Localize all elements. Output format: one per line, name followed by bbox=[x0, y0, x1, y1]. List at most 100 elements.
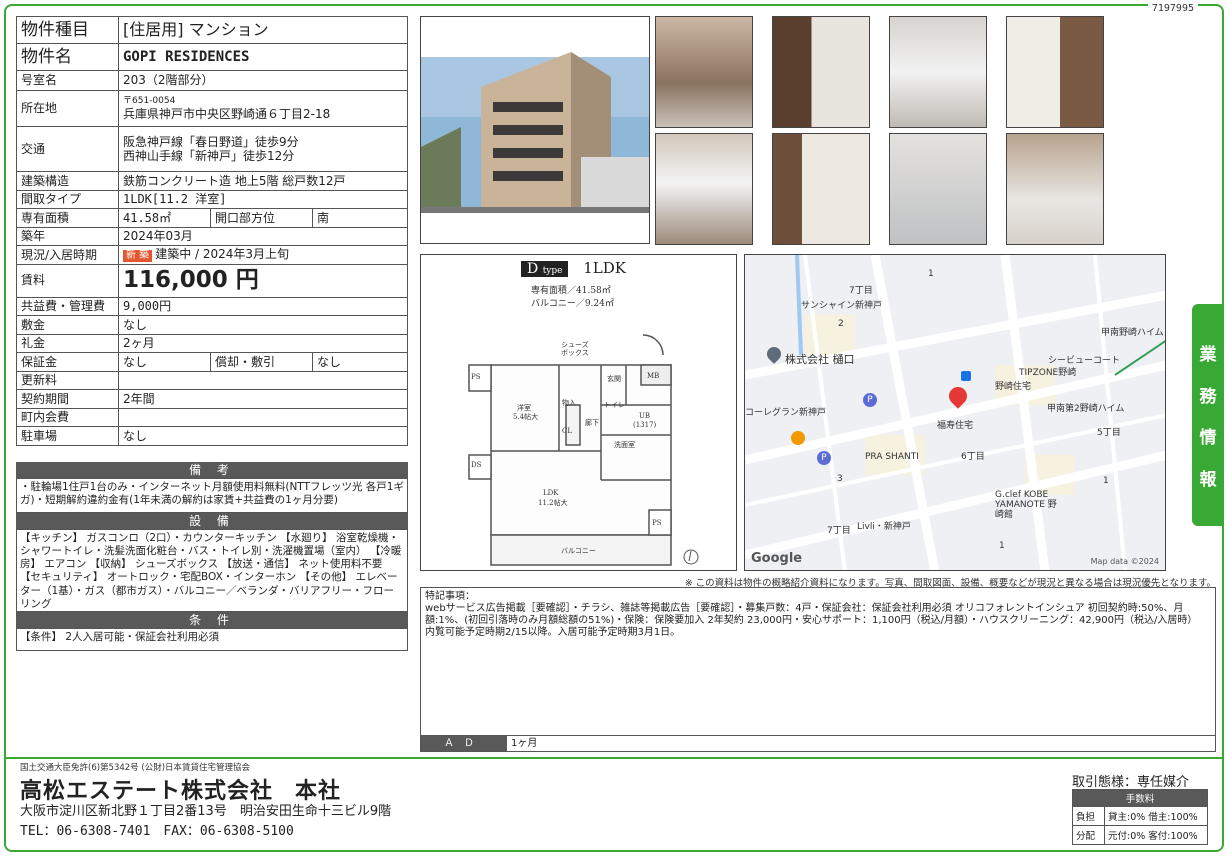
renewal-label: 更新料 bbox=[16, 370, 119, 390]
fp-hall: 廊下 bbox=[585, 418, 599, 427]
ad-value: 1ヶ月 bbox=[511, 738, 538, 749]
parking-label: 駐車場 bbox=[16, 426, 119, 446]
deposit-value: なし bbox=[118, 315, 408, 335]
business-info-tab[interactable]: 業 務 情 報 bbox=[1192, 304, 1224, 526]
location-label: 所在地 bbox=[16, 90, 119, 127]
map-label-konan-heim: 甲南野崎ハイム bbox=[1101, 328, 1164, 338]
company-address: 大阪市淀川区新北野１丁目2番13号 明治安田生命十三ビル9階 bbox=[20, 804, 392, 819]
guarantee-label: 保証金 bbox=[16, 352, 119, 372]
fp-storage: 物入 bbox=[562, 398, 576, 407]
map-label-1-c: 1 bbox=[999, 541, 1005, 551]
fp-balcony: バルコニー bbox=[561, 547, 596, 555]
floorplan-drawing: 洋室 5.4帖大 LDK 11.2帖大 UB (1317) トイレ 物入 CL … bbox=[468, 334, 699, 566]
map-label-6chome: 6丁目 bbox=[961, 452, 985, 462]
rent-value: 116,000 円 bbox=[118, 263, 408, 298]
structure-value: 鉄筋コンクリート造 地上5階 総戸数12戸 bbox=[118, 171, 408, 191]
map-label-1-b: 1 bbox=[1103, 476, 1109, 486]
deposit-label: 敷金 bbox=[16, 315, 119, 335]
parking-icon[interactable]: P bbox=[863, 393, 877, 407]
conditions-text: 【条件】 2人入居可能・保証会社利用必須 bbox=[16, 628, 408, 651]
conditions-header: 条 件 bbox=[16, 612, 408, 628]
amortization-label: 償却・敷引 bbox=[210, 352, 313, 372]
new-build-badge: 新 築 bbox=[123, 250, 153, 263]
bus-stop-icon[interactable] bbox=[961, 371, 971, 381]
fp-washroom: 洗面室 bbox=[614, 440, 635, 449]
location-value: 〒651-0054 兵庫県神戸市中央区野崎通６丁目2-18 bbox=[118, 90, 408, 127]
interior-photo-toilet bbox=[889, 16, 987, 128]
map-label-1-a: 1 bbox=[928, 269, 934, 279]
transport-line-1: 阪急神戸線「春日野道」徒歩9分 bbox=[123, 134, 299, 149]
svg-text:ボックス: ボックス bbox=[561, 349, 589, 357]
map-label-5chome: 5丁目 bbox=[1097, 428, 1121, 438]
parking-icon-2[interactable]: P bbox=[817, 451, 831, 465]
status-value: 建築中 / 2024年3月上旬 bbox=[155, 247, 290, 262]
fp-closet: CL bbox=[562, 427, 572, 435]
fp-shoebox: シューズ bbox=[561, 340, 589, 349]
remarks-header: 備 考 bbox=[16, 462, 408, 478]
notes-line-2: 内覧可能予定時期2/15以降。入居可能予定時期3月1日。 bbox=[425, 627, 681, 638]
area-label: 専有面積 bbox=[16, 208, 119, 228]
address: 兵庫県神戸市中央区野崎通６丁目2-18 bbox=[123, 106, 331, 121]
remarks-text: ・駐輪場1住戸1台のみ・インターネット月額使用料無料(NTTフレッツ光 各戸1ギ… bbox=[16, 478, 408, 513]
commission-header: 手数料 bbox=[1072, 789, 1208, 807]
split-value: 元付:0% 客付:100% bbox=[1104, 825, 1208, 845]
status-value-cell: 新 築建築中 / 2024年3月上旬 bbox=[118, 245, 408, 265]
contract-value: 2年間 bbox=[118, 389, 408, 409]
fp-ps-2: PS bbox=[652, 519, 662, 527]
fp-room-ldk: LDK bbox=[543, 489, 559, 497]
svg-text:11.2帖大: 11.2帖大 bbox=[538, 498, 568, 507]
fp-ps-1: PS bbox=[471, 373, 481, 381]
interior-photo-laundry bbox=[772, 133, 870, 245]
community-fee-value bbox=[118, 407, 408, 427]
guarantee-value: なし bbox=[118, 352, 211, 372]
layout-value: 1LDK[11.2 洋室] bbox=[118, 189, 408, 209]
layout-label: 間取タイプ bbox=[16, 189, 119, 209]
fee-label: 共益費・管理費 bbox=[16, 296, 119, 316]
transaction-type: 取引態様：専任媒介 bbox=[1072, 775, 1190, 790]
map-label-7chome-1: 7丁目 bbox=[849, 286, 873, 296]
fee-value: 9,000円 bbox=[118, 296, 408, 316]
svg-text:(1317): (1317) bbox=[633, 421, 657, 429]
location-map[interactable]: 7丁目 1 サンシャイン新神戸 2 株式会社 樋口 甲南野崎ハイム TIPZON… bbox=[744, 254, 1166, 571]
rent-label: 賃料 bbox=[16, 263, 119, 298]
fp-entrance: 玄関 bbox=[607, 374, 621, 383]
map-label-sunshine: サンシャイン新神戸 bbox=[801, 301, 883, 311]
burden-label: 負担 bbox=[1072, 806, 1105, 826]
footer-divider bbox=[6, 757, 1222, 759]
parking-value: なし bbox=[118, 426, 408, 446]
commission-table: 手数料 負担 貸主:0% 借主:100% 分配 元付:0% 客付:100% bbox=[1072, 789, 1208, 845]
svg-text:5.4帖大: 5.4帖大 bbox=[513, 412, 538, 421]
ad-row: ＡＤ 1ヶ月 bbox=[420, 735, 1216, 752]
fp-room-ub: UB bbox=[639, 412, 650, 420]
fp-ds: DS bbox=[471, 461, 482, 469]
map-label-pra-shanti: PRA SHANTI bbox=[865, 452, 919, 462]
map-credit: Map data ©2024 bbox=[1090, 557, 1159, 566]
map-label-higuchi: 株式会社 樋口 bbox=[785, 353, 855, 366]
map-label-nozaki-jutaku: 野崎住宅 bbox=[995, 382, 1032, 392]
map-label-gclef: G.clef KOBE YAMANOTE 野崎館 bbox=[995, 490, 1057, 520]
structure-label: 建築構造 bbox=[16, 171, 119, 191]
interior-photo-entrance bbox=[772, 16, 870, 128]
type-label: 物件種目 bbox=[16, 16, 119, 44]
split-label: 分配 bbox=[1072, 825, 1105, 845]
type-value: [住居用] マンション bbox=[118, 16, 408, 44]
room-value: 203（2階部分） bbox=[118, 70, 408, 91]
interior-photo-room bbox=[1006, 16, 1104, 128]
interior-photo-hallway bbox=[655, 16, 753, 128]
company-tel-fax: TEL：06-6308-7401 FAX：06-6308-5100 bbox=[20, 824, 294, 839]
map-label-coregran: コーレグラン新神戸 bbox=[745, 408, 827, 418]
postal-code: 〒651-0054 bbox=[123, 95, 176, 106]
direction-label: 開口部方位 bbox=[210, 208, 313, 228]
special-notes: 特記事項： webサービス広告掲載［要確認］・チラシ、雑誌等掲載広告［要確認］・… bbox=[420, 587, 1216, 752]
interior-photo-bathroom bbox=[1006, 133, 1104, 245]
status-label: 現況/入居時期 bbox=[16, 245, 119, 265]
property-table: 物件種目 [住居用] マンション 物件名 GOPI RESIDENCES 号室名… bbox=[16, 16, 408, 446]
restaurant-icon[interactable] bbox=[791, 431, 805, 445]
map-label-7chome-2: 7丁目 bbox=[827, 526, 851, 536]
floor-plan: D type 1LDK 専有面積／41.58㎡ バルコニー／9.24㎡ 洋室 5… bbox=[420, 254, 737, 571]
key-money-value: 2ヶ月 bbox=[118, 333, 408, 353]
key-money-label: 礼金 bbox=[16, 333, 119, 353]
map-label-konan-2: 甲南第2野崎ハイム bbox=[1047, 404, 1125, 414]
renewal-value bbox=[118, 370, 408, 390]
direction-value: 南 bbox=[312, 208, 408, 228]
